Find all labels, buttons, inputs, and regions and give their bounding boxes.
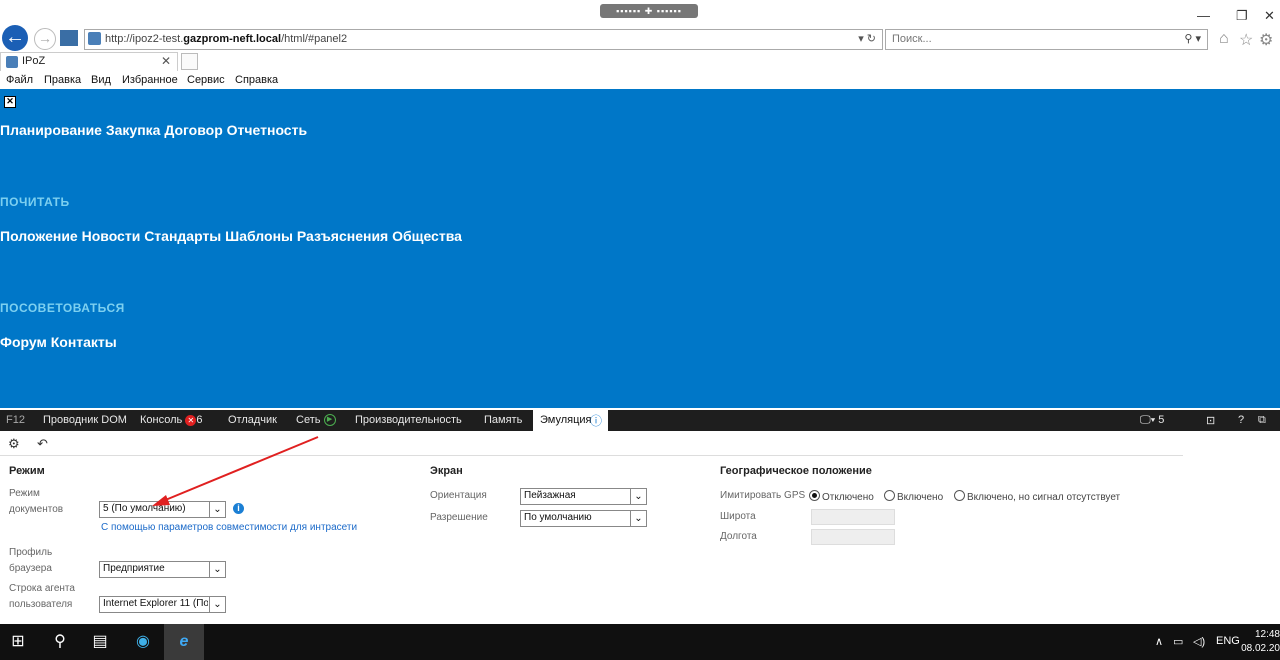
tray-chevron-icon[interactable]: ∧ bbox=[1155, 635, 1163, 648]
network-icon[interactable]: ▭ bbox=[1173, 635, 1183, 648]
annotation-arrow bbox=[152, 436, 319, 506]
edge-icon[interactable]: ◉ bbox=[124, 624, 162, 660]
clock[interactable]: 12:48 08.02.20 bbox=[1241, 628, 1280, 656]
ie-icon[interactable]: e bbox=[164, 624, 204, 660]
task-view-icon[interactable]: ▤ bbox=[82, 624, 118, 660]
volume-icon[interactable]: ◁) bbox=[1193, 635, 1205, 648]
search-taskbar-icon[interactable]: ⚲ bbox=[42, 624, 78, 660]
input-language[interactable]: ENG bbox=[1216, 635, 1240, 647]
taskbar: ⊞ ⚲ ▤ ◉ e ∧ ▭ ◁) ENG 12:48 08.02.20 bbox=[0, 624, 1280, 660]
windows-start-icon[interactable]: ⊞ bbox=[0, 624, 36, 660]
